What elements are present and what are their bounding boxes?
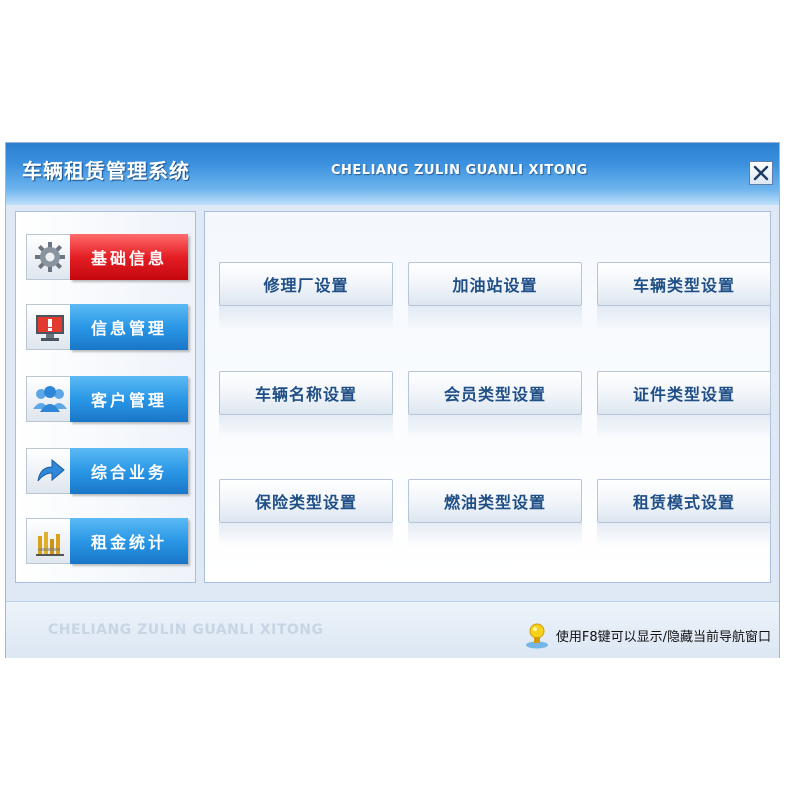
status-watermark: CHELIANG ZULIN GUANLI XITONG bbox=[48, 622, 324, 638]
button-reflection bbox=[408, 415, 582, 439]
navigation-sidebar: 基础信息 信息管理 客户管理 综合业务 租金统计 bbox=[15, 211, 196, 583]
bar-chart-icon bbox=[26, 518, 74, 564]
settings-panel: 修理厂设置 加油站设置 车辆类型设置 车辆名称设置 会员类型设置 证件类型设置 … bbox=[204, 211, 771, 583]
f8-hint-text: 使用F8键可以显示/隐藏当前导航窗口 bbox=[555, 629, 771, 645]
gear-icon bbox=[26, 234, 74, 280]
member-type-settings-button[interactable]: 会员类型设置 bbox=[408, 371, 582, 415]
close-icon bbox=[753, 165, 769, 181]
button-reflection bbox=[597, 306, 771, 330]
nav-item-label: 综合业务 bbox=[70, 448, 188, 494]
rental-mode-settings-button[interactable]: 租赁模式设置 bbox=[597, 479, 771, 523]
button-reflection bbox=[597, 415, 771, 439]
repair-shop-settings-button[interactable]: 修理厂设置 bbox=[219, 262, 393, 306]
vehicle-type-settings-button[interactable]: 车辆类型设置 bbox=[597, 262, 771, 306]
button-reflection bbox=[408, 306, 582, 330]
gas-station-settings-button[interactable]: 加油站设置 bbox=[408, 262, 582, 306]
nav-item-integrated-business[interactable]: 综合业务 bbox=[26, 448, 188, 494]
users-icon bbox=[26, 376, 74, 422]
nav-item-label: 基础信息 bbox=[70, 234, 188, 280]
nav-item-customer-management[interactable]: 客户管理 bbox=[26, 376, 188, 422]
insurance-type-settings-button[interactable]: 保险类型设置 bbox=[219, 479, 393, 523]
button-reflection bbox=[219, 523, 393, 547]
nav-item-info-management[interactable]: 信息管理 bbox=[26, 304, 188, 350]
app-title: 车辆租赁管理系统 bbox=[22, 159, 190, 183]
f8-hint: 使用F8键可以显示/隐藏当前导航窗口 bbox=[522, 620, 771, 650]
nav-item-label: 租金统计 bbox=[70, 518, 188, 564]
fuel-type-settings-button[interactable]: 燃油类型设置 bbox=[408, 479, 582, 523]
nav-item-basic-info[interactable]: 基础信息 bbox=[26, 234, 188, 280]
nav-item-rent-statistics[interactable]: 租金统计 bbox=[26, 518, 188, 564]
button-reflection bbox=[597, 523, 771, 547]
app-subtitle: CHELIANG ZULIN GUANLI XITONG bbox=[331, 163, 588, 178]
monitor-alert-icon bbox=[26, 304, 74, 350]
lightbulb-icon bbox=[525, 623, 548, 649]
button-reflection bbox=[219, 415, 393, 439]
close-button[interactable] bbox=[749, 161, 773, 185]
button-reflection bbox=[219, 306, 393, 330]
nav-item-label: 客户管理 bbox=[70, 376, 188, 422]
status-bar: CHELIANG ZULIN GUANLI XITONG 使用F8键可以显示/隐… bbox=[6, 601, 779, 658]
title-bar: 车辆租赁管理系统 CHELIANG ZULIN GUANLI XITONG bbox=[6, 143, 779, 205]
button-reflection bbox=[408, 523, 582, 547]
app-window: 车辆租赁管理系统 CHELIANG ZULIN GUANLI XITONG 基础… bbox=[5, 142, 780, 658]
document-type-settings-button[interactable]: 证件类型设置 bbox=[597, 371, 771, 415]
forward-arrow-icon bbox=[26, 448, 74, 494]
nav-item-label: 信息管理 bbox=[70, 304, 188, 350]
vehicle-name-settings-button[interactable]: 车辆名称设置 bbox=[219, 371, 393, 415]
